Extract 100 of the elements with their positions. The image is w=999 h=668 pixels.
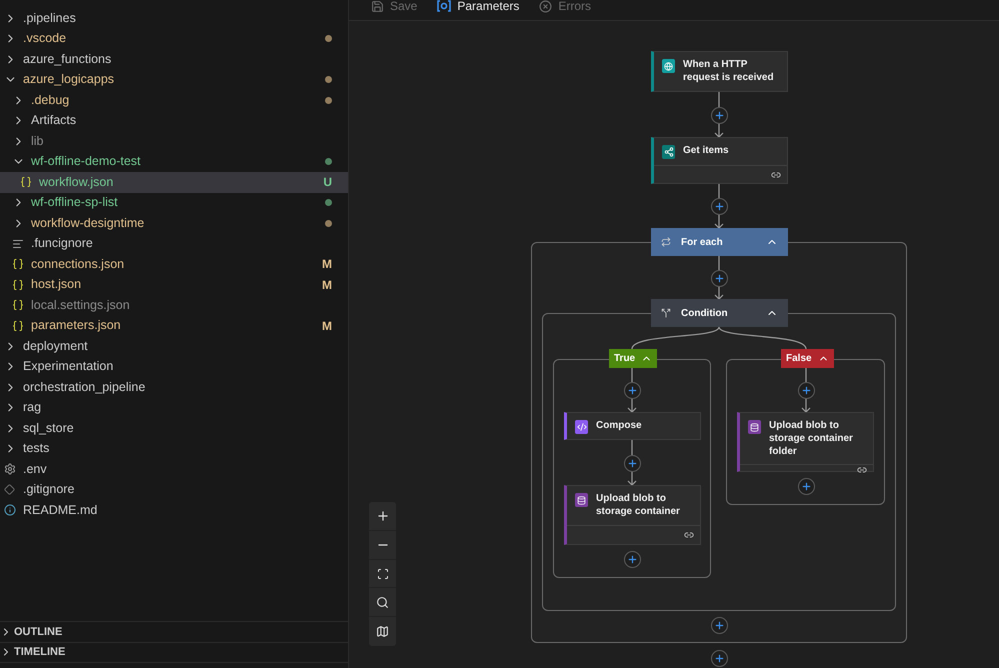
action-card[interactable]: Upload blob to storage container folder — [737, 412, 874, 472]
loop-icon — [661, 237, 671, 247]
connector-arrow — [628, 471, 636, 486]
plus-icon — [801, 385, 812, 396]
folder-item[interactable]: Experimentation — [0, 356, 348, 377]
scope-header[interactable]: For each — [651, 228, 788, 256]
link-icon — [857, 465, 867, 475]
action-icon — [662, 145, 675, 159]
folder-item[interactable]: .pipelines — [0, 8, 348, 28]
parameters-button[interactable]: Parameters — [437, 0, 520, 15]
plus-icon — [714, 201, 725, 212]
plus-icon — [714, 273, 725, 284]
item-name: host.json — [31, 276, 82, 294]
item-name: .pipelines — [23, 10, 76, 27]
file-item[interactable]: .gitignore — [0, 480, 348, 500]
add-step-button[interactable] — [711, 198, 728, 215]
plus-icon — [714, 110, 725, 121]
folder-item[interactable]: rag — [0, 398, 348, 418]
action-title: Compose — [596, 419, 642, 432]
plus-icon — [627, 385, 638, 396]
branch-label[interactable]: True — [609, 349, 658, 368]
item-name: workflow.json — [39, 174, 114, 191]
close-circle-icon — [539, 0, 552, 12]
connector-arrow — [714, 286, 724, 300]
item-name: wf-offline-demo-test — [31, 153, 141, 170]
gear-icon — [4, 463, 16, 476]
action-icon — [662, 59, 675, 73]
folder-item[interactable]: deployment — [0, 336, 348, 356]
panel-header[interactable]: OUTLINE — [0, 621, 348, 642]
file-item[interactable]: .funcignore — [0, 234, 348, 254]
parameters-icon — [437, 0, 452, 12]
file-item[interactable]: connections.json M — [0, 254, 348, 274]
search-icon — [376, 596, 389, 608]
file-item[interactable]: host.json M — [0, 274, 348, 295]
folder-item[interactable]: orchestration_pipeline — [0, 377, 348, 398]
action-title: Upload blob to storage container folder — [769, 419, 854, 458]
braces-icon — [20, 176, 32, 188]
link-icon — [684, 530, 694, 540]
item-name: orchestration_pipeline — [23, 378, 146, 396]
folder-item[interactable]: .vscode — [0, 28, 348, 49]
braces-icon — [12, 320, 24, 332]
item-name: README.md — [23, 502, 98, 519]
action-title: When a HTTP request is received — [683, 58, 775, 84]
branch-label[interactable]: False — [781, 349, 834, 368]
folder-item[interactable]: wf-offline-sp-list — [0, 192, 348, 213]
fit-view-icon — [376, 568, 388, 580]
plus-icon — [627, 554, 638, 565]
action-card[interactable]: Upload blob to storage container — [564, 485, 701, 545]
file-item[interactable]: parameters.json M — [0, 316, 348, 336]
folder-item[interactable]: tests — [0, 438, 348, 459]
link-icon — [771, 170, 781, 180]
map-icon — [376, 625, 389, 638]
folder-item[interactable]: workflow-designtime — [0, 213, 348, 234]
plus-icon — [714, 620, 725, 631]
file-item[interactable]: .env — [0, 459, 348, 480]
item-name: local.settings.json — [31, 296, 130, 314]
connector-arrow — [714, 123, 724, 138]
folder-item[interactable]: azure_logicapps — [0, 70, 348, 90]
action-card[interactable]: Get items — [651, 137, 788, 184]
connector-line — [805, 368, 807, 382]
folder-item[interactable]: azure_functions — [0, 49, 348, 70]
file-item[interactable]: README.md — [0, 500, 348, 520]
action-icon — [575, 420, 588, 434]
braces-icon — [12, 278, 24, 291]
add-step-button[interactable] — [711, 650, 728, 667]
action-card[interactable]: Compose — [564, 412, 701, 440]
add-step-button[interactable] — [711, 107, 728, 124]
plus-icon — [801, 481, 812, 492]
action-card[interactable]: When a HTTP request is received — [651, 51, 788, 92]
item-name: workflow-designtime — [31, 214, 144, 232]
folder-item[interactable]: Artifacts — [0, 110, 348, 131]
item-name: sql_store — [23, 420, 74, 437]
item-name: parameters.json — [31, 317, 121, 334]
lines-icon — [12, 238, 24, 250]
item-name: connections.json — [31, 256, 124, 273]
folder-item[interactable]: .debug — [0, 90, 348, 110]
connector-line — [631, 440, 633, 455]
connector-arrow — [628, 398, 636, 413]
file-item[interactable]: local.settings.json — [0, 295, 348, 316]
braces-icon — [12, 299, 24, 312]
scope-header[interactable]: Condition — [651, 299, 788, 327]
connector-line — [718, 92, 720, 107]
item-name: Artifacts — [31, 112, 76, 130]
item-name: .vscode — [23, 30, 66, 48]
plus-icon — [376, 509, 390, 523]
file-item[interactable]: workflow.json U — [0, 172, 348, 192]
plus-icon — [627, 458, 638, 469]
item-name: .env — [23, 460, 47, 478]
item-name: rag — [23, 399, 42, 416]
item-name: wf-offline-sp-list — [31, 194, 118, 212]
folder-item[interactable]: wf-offline-demo-test — [0, 152, 348, 172]
diamond-icon — [4, 484, 15, 496]
connector-line — [718, 256, 720, 270]
panel-header[interactable]: TIMELINE — [0, 642, 348, 662]
connector-line — [718, 184, 720, 198]
folder-item[interactable]: sql_store — [0, 418, 348, 438]
action-icon — [575, 493, 588, 507]
item-name: .funcignore — [31, 235, 93, 252]
action-title: Get items — [683, 144, 729, 157]
folder-item[interactable]: lib — [0, 131, 348, 152]
